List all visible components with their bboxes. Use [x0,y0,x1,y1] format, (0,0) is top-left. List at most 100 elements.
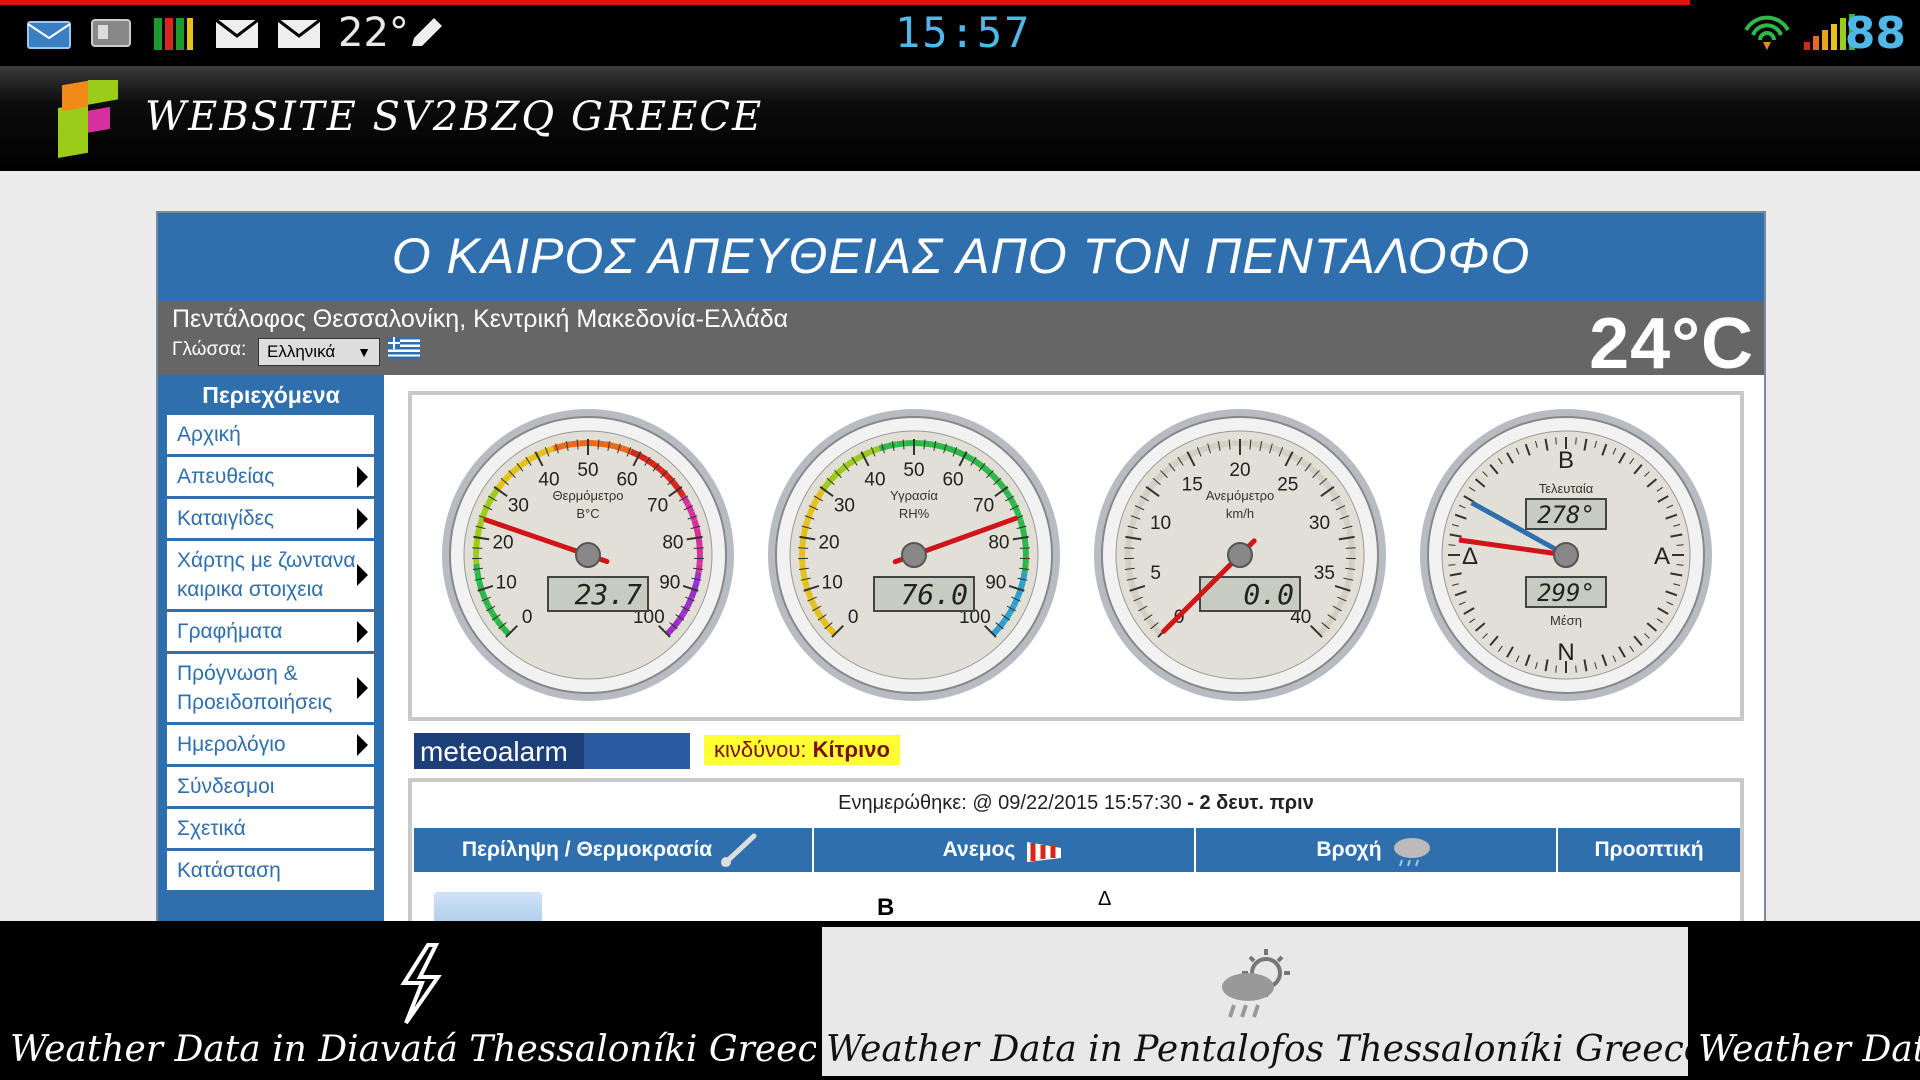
header-label: Περίληψη / Θερμοκρασία [461,838,713,861]
gauge-tick-label: 60 [942,469,963,490]
header-label: Βροχή [1316,838,1382,861]
gauge-tick-label: 50 [577,460,598,481]
tab-diavata[interactable]: Weather Data in Diavatá Thessaloníki Gre… [6,927,816,1076]
gauge-tick-label: 70 [647,495,668,516]
table-header-outlook: Προοπτική [1558,828,1740,872]
app-bar: WEBSITE SV2BZQ GREECE [0,66,1920,171]
status-temperature: 22° [338,10,409,56]
gauge-tick-label: 30 [508,495,529,516]
app-logo-icon [58,80,118,158]
gauge-tick-label: 35 [1314,563,1335,584]
sidebar-item-label: Απευθείας [177,465,275,488]
sidebar-item[interactable]: Γραφήματα [167,612,374,654]
table-header-summary: Περίληψη / Θερμοκρασία [414,828,814,872]
gauge-tick-label: 90 [659,573,680,594]
tab-pentalofos[interactable]: Weather Data in Pentalofos Thessaloníki … [822,927,1688,1076]
sidebar-item[interactable]: Ημερολόγιο [167,725,374,767]
updated-prefix: Ενημερώθηκε: @ 09/22/2015 15:57:30 [838,792,1182,814]
sidebar-item[interactable]: Καταιγίδες [167,499,374,541]
anemometer-gauge: 0510152025303540Ανεμόμετροkm/h0.0 [1094,409,1386,701]
compass-cardinal: A [1654,543,1670,570]
alarm-level-value: Κίτρινο [812,737,890,762]
gauge-tick-label: 40 [864,469,885,490]
table-header: Περίληψη / Θερμοκρασία Ανεμος Βροχή Προο… [414,828,1740,872]
chevron-right-icon [357,564,368,586]
summary-panel: Ενημερώθηκε: @ 09/22/2015 15:57:30 - 2 δ… [408,778,1744,921]
app-title: WEBSITE SV2BZQ GREECE [145,94,764,140]
tab-label: Weather Data [1698,1029,1920,1070]
sidebar-item[interactable]: Κατάσταση [167,851,374,893]
dropdown-arrow-icon: ▼ [357,344,371,360]
gauge-lcd-value: 76.0 [901,578,968,611]
gauge-lcd-value: 23.7 [575,578,643,611]
gauge-tick-label: 5 [1150,563,1161,584]
wifi-icon [1744,15,1790,50]
sidebar-item-label: Καταιγίδες [177,507,275,530]
sidebar-title: Περιεχόμενα [202,382,340,408]
rain-cloud-sun-icon [1222,949,1290,1018]
header-label: Ανεμος [942,838,1016,861]
tab-partial[interactable]: Weather Data [1694,927,1920,1076]
sidebar-item-label: Σχετικά [177,817,246,840]
pencil-icon [412,18,442,46]
direction-latest: 278° [1537,501,1595,529]
gauge-unit: km/h [1226,506,1254,521]
chevron-right-icon [357,677,368,699]
direction-average: 299° [1537,579,1595,607]
gauge-tick-label: 80 [662,533,683,554]
gauge-tick-label: 10 [822,573,843,594]
mail-icon [215,18,259,48]
sidebar-item-label: Αρχική [177,423,241,446]
sidebar-item-label: Γραφήματα [177,620,283,643]
gauge-tick-label: 0 [522,607,533,628]
current-temperature: 24°C [1589,304,1754,384]
sidebar-item[interactable]: Αρχική [167,415,374,457]
tab-label: Weather Data in Diavatá Thessaloníki Gre… [10,1029,816,1070]
sidebar-item[interactable]: Απευθείας [167,457,374,499]
sidebar-item[interactable]: Σύνδεσμοι [167,767,374,809]
bottom-tabs: Weather Data in Diavatá Thessaloníki Gre… [0,921,1920,1080]
gauge-sublabel: Μέση [1550,613,1582,628]
thermometer-icon [721,833,757,867]
mail-icon [277,18,321,48]
gauge-lcd-value: 0.0 [1243,578,1294,611]
sidebar-item[interactable]: Σχετικά [167,809,374,851]
thermometer-gauge: 010203040 50 60708090100ΘερμόμετροB°C23.7 [442,409,734,701]
email-icon [27,21,71,49]
updated-ago: - 2 δευτ. πριν [1187,792,1314,814]
chevron-right-icon [357,620,368,643]
compass-cardinal: B [1558,447,1574,474]
gauge-tick-label: 10 [1150,513,1171,534]
sidebar-item[interactable]: Χάρτης με ζωντανα καιρικα στοιχεια [167,541,374,612]
sidebar-item-label: Χάρτης με ζωντανα καιρικα στοιχεια [177,549,356,601]
progress-line [0,0,1690,5]
language-value: Ελληνικά [267,342,336,361]
gauge-tick-label: 15 [1182,474,1203,495]
location-text: Πεντάλοφος Θεσσαλονίκη, Κεντρική Μακεδον… [172,305,789,333]
rain-cloud-icon [1393,838,1430,867]
gauge-tick-label: 50 [903,460,924,481]
greek-flag-icon[interactable] [388,337,420,359]
sidebar-item[interactable]: Πρόγνωση & Προειδοποιήσεις [167,654,374,725]
alarm-prefix: κινδύνου: [714,737,807,762]
language-select[interactable]: Ελληνικά ▼ [258,338,380,366]
sidebar-item-label: Πρόγνωση & Προειδοποιήσεις [177,662,333,714]
status-bar: 22° 15:57 88 [0,0,1920,66]
battery-level: 88 [1844,8,1906,59]
gauge-tick-label: 90 [985,573,1006,594]
gauge-title: Θερμόμετρο [552,488,623,503]
site-header: Ο ΚΑΙΡΟΣ ΑΠΕΥΘΕΙΑΣ ΑΠΟ ΤΟΝ ΠΕΝΤΑΛΟΦΟ [158,213,1764,301]
gauge-title: Ανεμόμετρο [1206,488,1275,503]
meteoalarm-logo[interactable]: meteoalarm [414,733,690,769]
status-clock: 15:57 [895,8,1032,57]
webview[interactable]: Ο ΚΑΙΡΟΣ ΑΠΕΥΘΕΙΑΣ ΑΠΟ ΤΟΝ ΠΕΝΤΑΛΟΦΟ Πεν… [0,171,1920,921]
alarm-level-badge: κινδύνου: Κίτρινο [704,735,900,765]
lightning-icon [400,943,442,1025]
gauge-tick-label: 25 [1277,474,1298,495]
language-label: Γλώσσα: [172,339,247,360]
gauge-tick-label: 10 [496,573,517,594]
site-container: Ο ΚΑΙΡΟΣ ΑΠΕΥΘΕΙΑΣ ΑΠΟ ΤΟΝ ΠΕΝΤΑΛΟΦΟ Πεν… [156,211,1766,921]
humidity-gauge: 010203040 50 60708090100ΥγρασίαRH%76.0 [768,409,1060,701]
gauge-unit: RH% [899,506,930,521]
gauge-unit: B°C [576,506,599,521]
